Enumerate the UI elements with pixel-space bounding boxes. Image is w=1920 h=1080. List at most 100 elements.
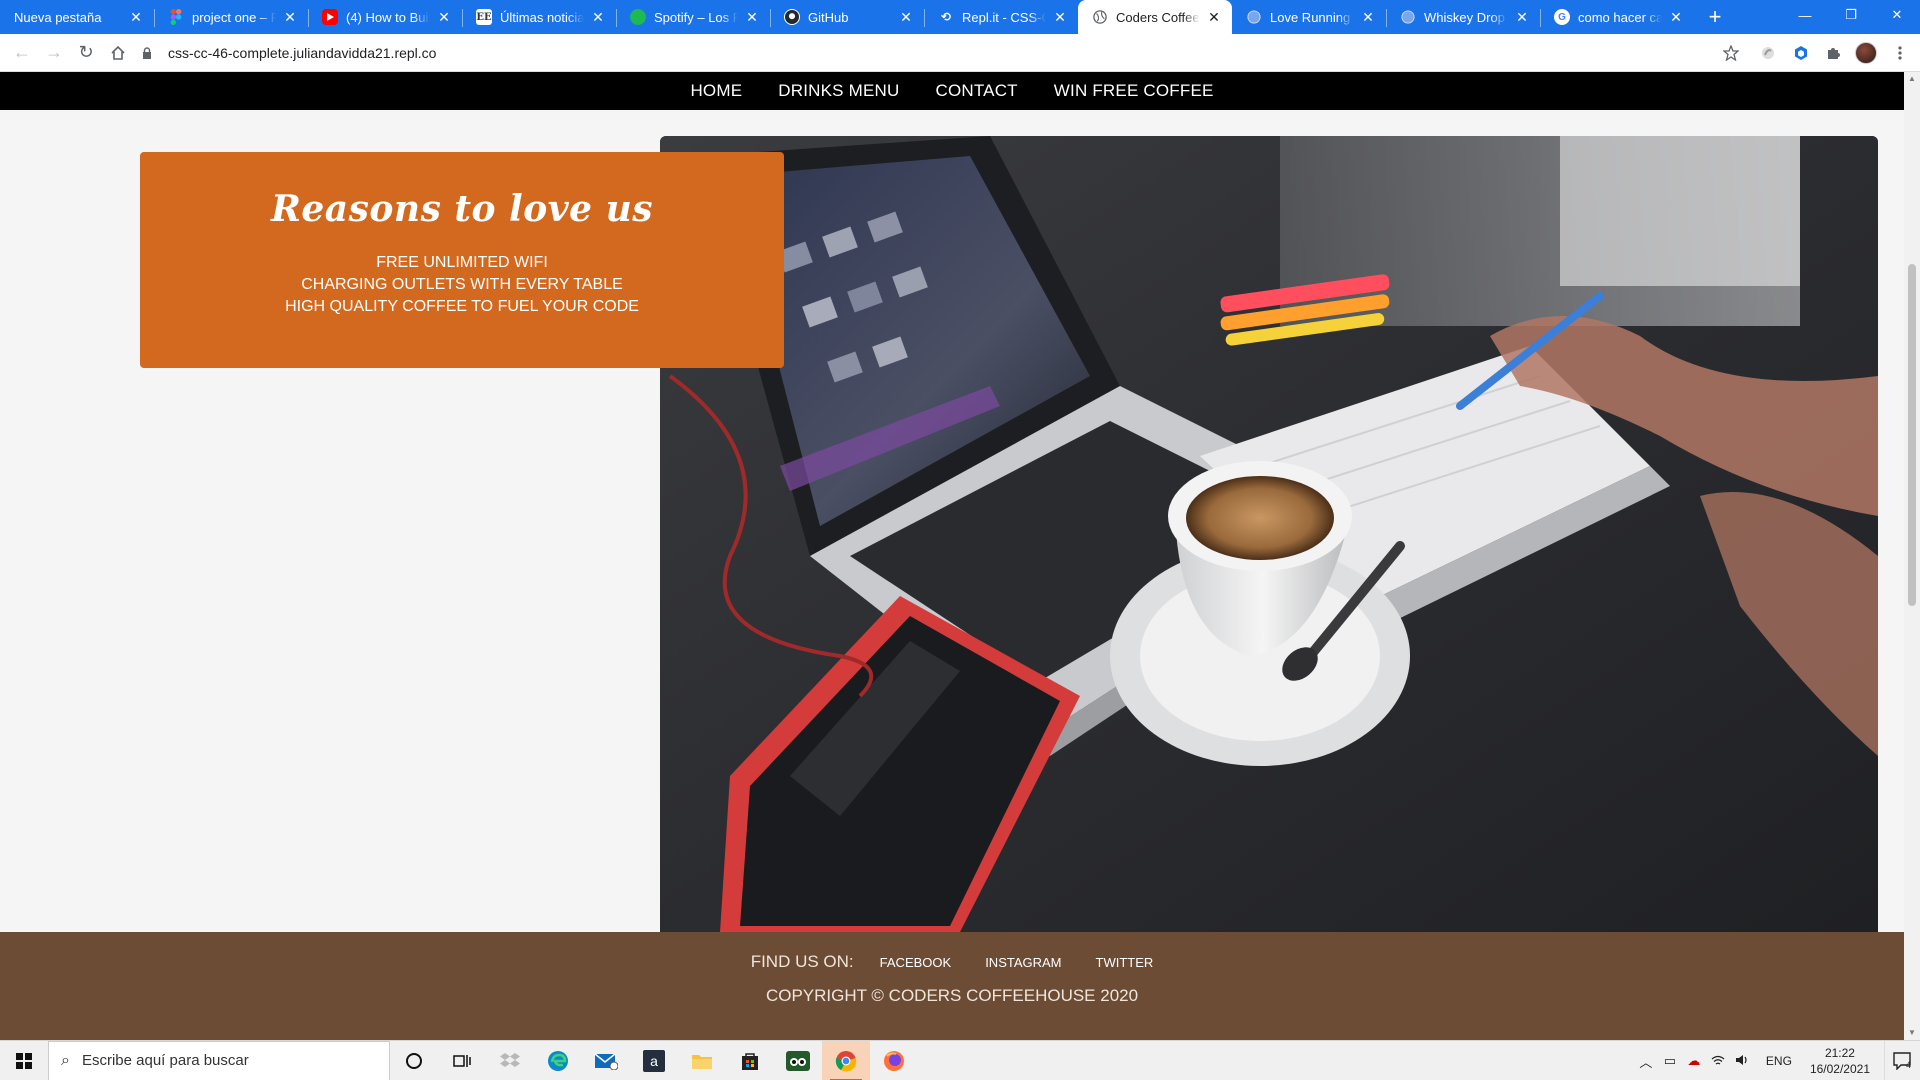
nav-home[interactable]: HOME	[690, 81, 742, 101]
system-tray: ︿ ▭ ☁ ENG 21:22 16/02/2021 4	[1634, 1041, 1920, 1080]
nav-drinks-menu[interactable]: DRINKS MENU	[778, 81, 899, 101]
scroll-down-icon[interactable]: ▼	[1908, 1028, 1916, 1038]
bookmark-star-icon[interactable]	[1718, 40, 1744, 66]
mail-icon[interactable]	[582, 1041, 630, 1080]
youtube-icon	[322, 9, 338, 25]
amazon-icon[interactable]: a	[630, 1041, 678, 1080]
close-icon[interactable]: ✕	[1360, 9, 1376, 25]
instagram-link[interactable]: INSTAGRAM	[985, 955, 1061, 970]
tab-list: Nueva pestaña ✕ project one – Figma ✕ (4…	[0, 0, 1694, 34]
tab-youtube[interactable]: (4) How to Build ✕	[308, 0, 462, 34]
file-explorer-icon[interactable]	[678, 1041, 726, 1080]
chrome-icon[interactable]	[822, 1040, 870, 1080]
language-indicator[interactable]: ENG	[1766, 1054, 1792, 1068]
clock[interactable]: 21:22 16/02/2021	[1810, 1045, 1870, 1077]
task-view-icon[interactable]	[438, 1041, 486, 1080]
reason-item: CHARGING OUTLETS WITH EVERY TABLE	[301, 276, 623, 293]
twitter-link[interactable]: TWITTER	[1096, 955, 1154, 970]
close-icon[interactable]: ✕	[1206, 9, 1222, 25]
close-icon[interactable]: ✕	[744, 9, 760, 25]
tab-love-running[interactable]: Love Running ✕	[1232, 0, 1386, 34]
tab-github[interactable]: GitHub ✕	[770, 0, 924, 34]
restore-icon[interactable]: ❐	[1828, 0, 1874, 30]
avatar[interactable]	[1853, 40, 1879, 66]
url-text: css-cc-46-complete.juliandavidda21.repl.…	[168, 44, 437, 61]
reload-icon[interactable]: ↻	[70, 37, 102, 69]
tab-title: (4) How to Build	[346, 9, 430, 25]
close-icon[interactable]: ✕	[1052, 9, 1068, 25]
lock-icon	[140, 46, 154, 60]
nav-contact[interactable]: CONTACT	[935, 81, 1017, 101]
tab-title: Spotify – Los Favoritos	[654, 9, 738, 25]
svg-text:a: a	[650, 1053, 658, 1069]
tab-strip: Nueva pestaña ✕ project one – Figma ✕ (4…	[0, 0, 1920, 34]
tab-new-tab[interactable]: Nueva pestaña ✕	[0, 0, 154, 34]
search-icon: ⌕	[61, 1051, 70, 1069]
close-icon[interactable]: ✕	[436, 9, 452, 25]
tab-spotify[interactable]: Spotify – Los Favoritos ✕	[616, 0, 770, 34]
tripadvisor-icon[interactable]	[774, 1041, 822, 1080]
close-icon[interactable]: ✕	[590, 9, 606, 25]
tab-title: project one – Figma	[192, 9, 276, 25]
nav-win-free-coffee[interactable]: WIN FREE COFFEE	[1054, 81, 1214, 101]
tab-coders-coffeehouse[interactable]: Coders Coffeehouse ✕	[1078, 0, 1232, 34]
tab-title: GitHub	[808, 9, 849, 25]
scroll-up-icon[interactable]: ▲	[1908, 74, 1916, 84]
home-icon[interactable]	[102, 37, 134, 69]
site-footer: FIND US ON: FACEBOOK INSTAGRAM TWITTER C…	[0, 932, 1904, 1040]
close-icon[interactable]: ✕	[898, 9, 914, 25]
wifi-icon[interactable]	[1706, 1054, 1730, 1069]
extension-icon[interactable]	[1788, 40, 1814, 66]
firefox-icon[interactable]	[870, 1041, 918, 1080]
close-icon[interactable]: ✕	[1668, 9, 1684, 25]
page-viewport: HOME DRINKS MENU CONTACT WIN FREE COFFEE	[0, 72, 1904, 1040]
chevron-up-icon[interactable]: ︿	[1634, 1052, 1658, 1071]
close-icon[interactable]: ✕	[282, 9, 298, 25]
clock-time: 21:22	[1824, 1046, 1855, 1060]
windows-start-icon[interactable]	[0, 1041, 48, 1080]
extension-icon[interactable]	[1755, 40, 1781, 66]
page-scrollbar[interactable]: ▲ ▼	[1904, 72, 1920, 1040]
onedrive-icon[interactable]: ☁	[1682, 1053, 1706, 1069]
forward-arrow-icon[interactable]: →	[38, 37, 70, 69]
cortana-icon[interactable]	[390, 1041, 438, 1080]
address-bar[interactable]: css-cc-46-complete.juliandavidda21.repl.…	[140, 38, 1760, 68]
google-icon: G	[1554, 9, 1570, 25]
tab-figma[interactable]: project one – Figma ✕	[154, 0, 308, 34]
social-links: FIND US ON: FACEBOOK INSTAGRAM TWITTER	[0, 952, 1904, 972]
device-icon[interactable]: ▭	[1658, 1053, 1682, 1069]
globe-icon	[1400, 9, 1416, 25]
volume-icon[interactable]	[1730, 1054, 1754, 1069]
new-tab-button[interactable]: +	[1698, 0, 1732, 34]
back-arrow-icon[interactable]: ←	[6, 37, 38, 69]
store-icon[interactable]	[726, 1041, 774, 1080]
dropbox-icon[interactable]	[486, 1041, 534, 1080]
tab-replit[interactable]: ⟲ Repl.it - CSS-CC ✕	[924, 0, 1078, 34]
menu-icon[interactable]	[1887, 40, 1913, 66]
taskbar-search-input[interactable]: ⌕ Escribe aquí para buscar	[48, 1040, 390, 1080]
reasons-list: FREE UNLIMITED WIFI CHARGING OUTLETS WIT…	[140, 252, 784, 318]
puzzle-icon[interactable]	[1820, 40, 1846, 66]
minimize-icon[interactable]: —	[1782, 0, 1828, 30]
reason-item: FREE UNLIMITED WIFI	[376, 254, 548, 271]
browser-toolbar: ← → ↻ css-cc-46-complete.juliandavidda21…	[0, 34, 1920, 72]
globe-icon	[1246, 9, 1262, 25]
edge-icon[interactable]	[534, 1041, 582, 1080]
notification-center-icon[interactable]: 4	[1884, 1041, 1920, 1080]
tab-news[interactable]: EE Últimas noticias ✕	[462, 0, 616, 34]
clock-date: 16/02/2021	[1809, 1062, 1870, 1076]
globe-icon	[1092, 9, 1108, 25]
hero-image	[660, 136, 1878, 932]
tab-title: como hacer captura	[1578, 9, 1662, 25]
close-window-icon[interactable]: ✕	[1874, 0, 1920, 30]
facebook-link[interactable]: FACEBOOK	[880, 955, 952, 970]
scrollbar-thumb[interactable]	[1908, 264, 1916, 606]
copyright-text: COPYRIGHT © CODERS COFFEEHOUSE 2020	[765, 986, 1139, 1005]
close-icon[interactable]: ✕	[128, 9, 144, 25]
search-placeholder: Escribe aquí para buscar	[81, 1052, 249, 1069]
close-icon[interactable]: ✕	[1514, 9, 1530, 25]
tab-google-search[interactable]: G como hacer captura ✕	[1540, 0, 1694, 34]
news-icon: EE	[476, 9, 492, 25]
tab-whiskey-drop[interactable]: Whiskey Drop | T ✕	[1386, 0, 1540, 34]
site-navigation: HOME DRINKS MENU CONTACT WIN FREE COFFEE	[0, 72, 1904, 110]
